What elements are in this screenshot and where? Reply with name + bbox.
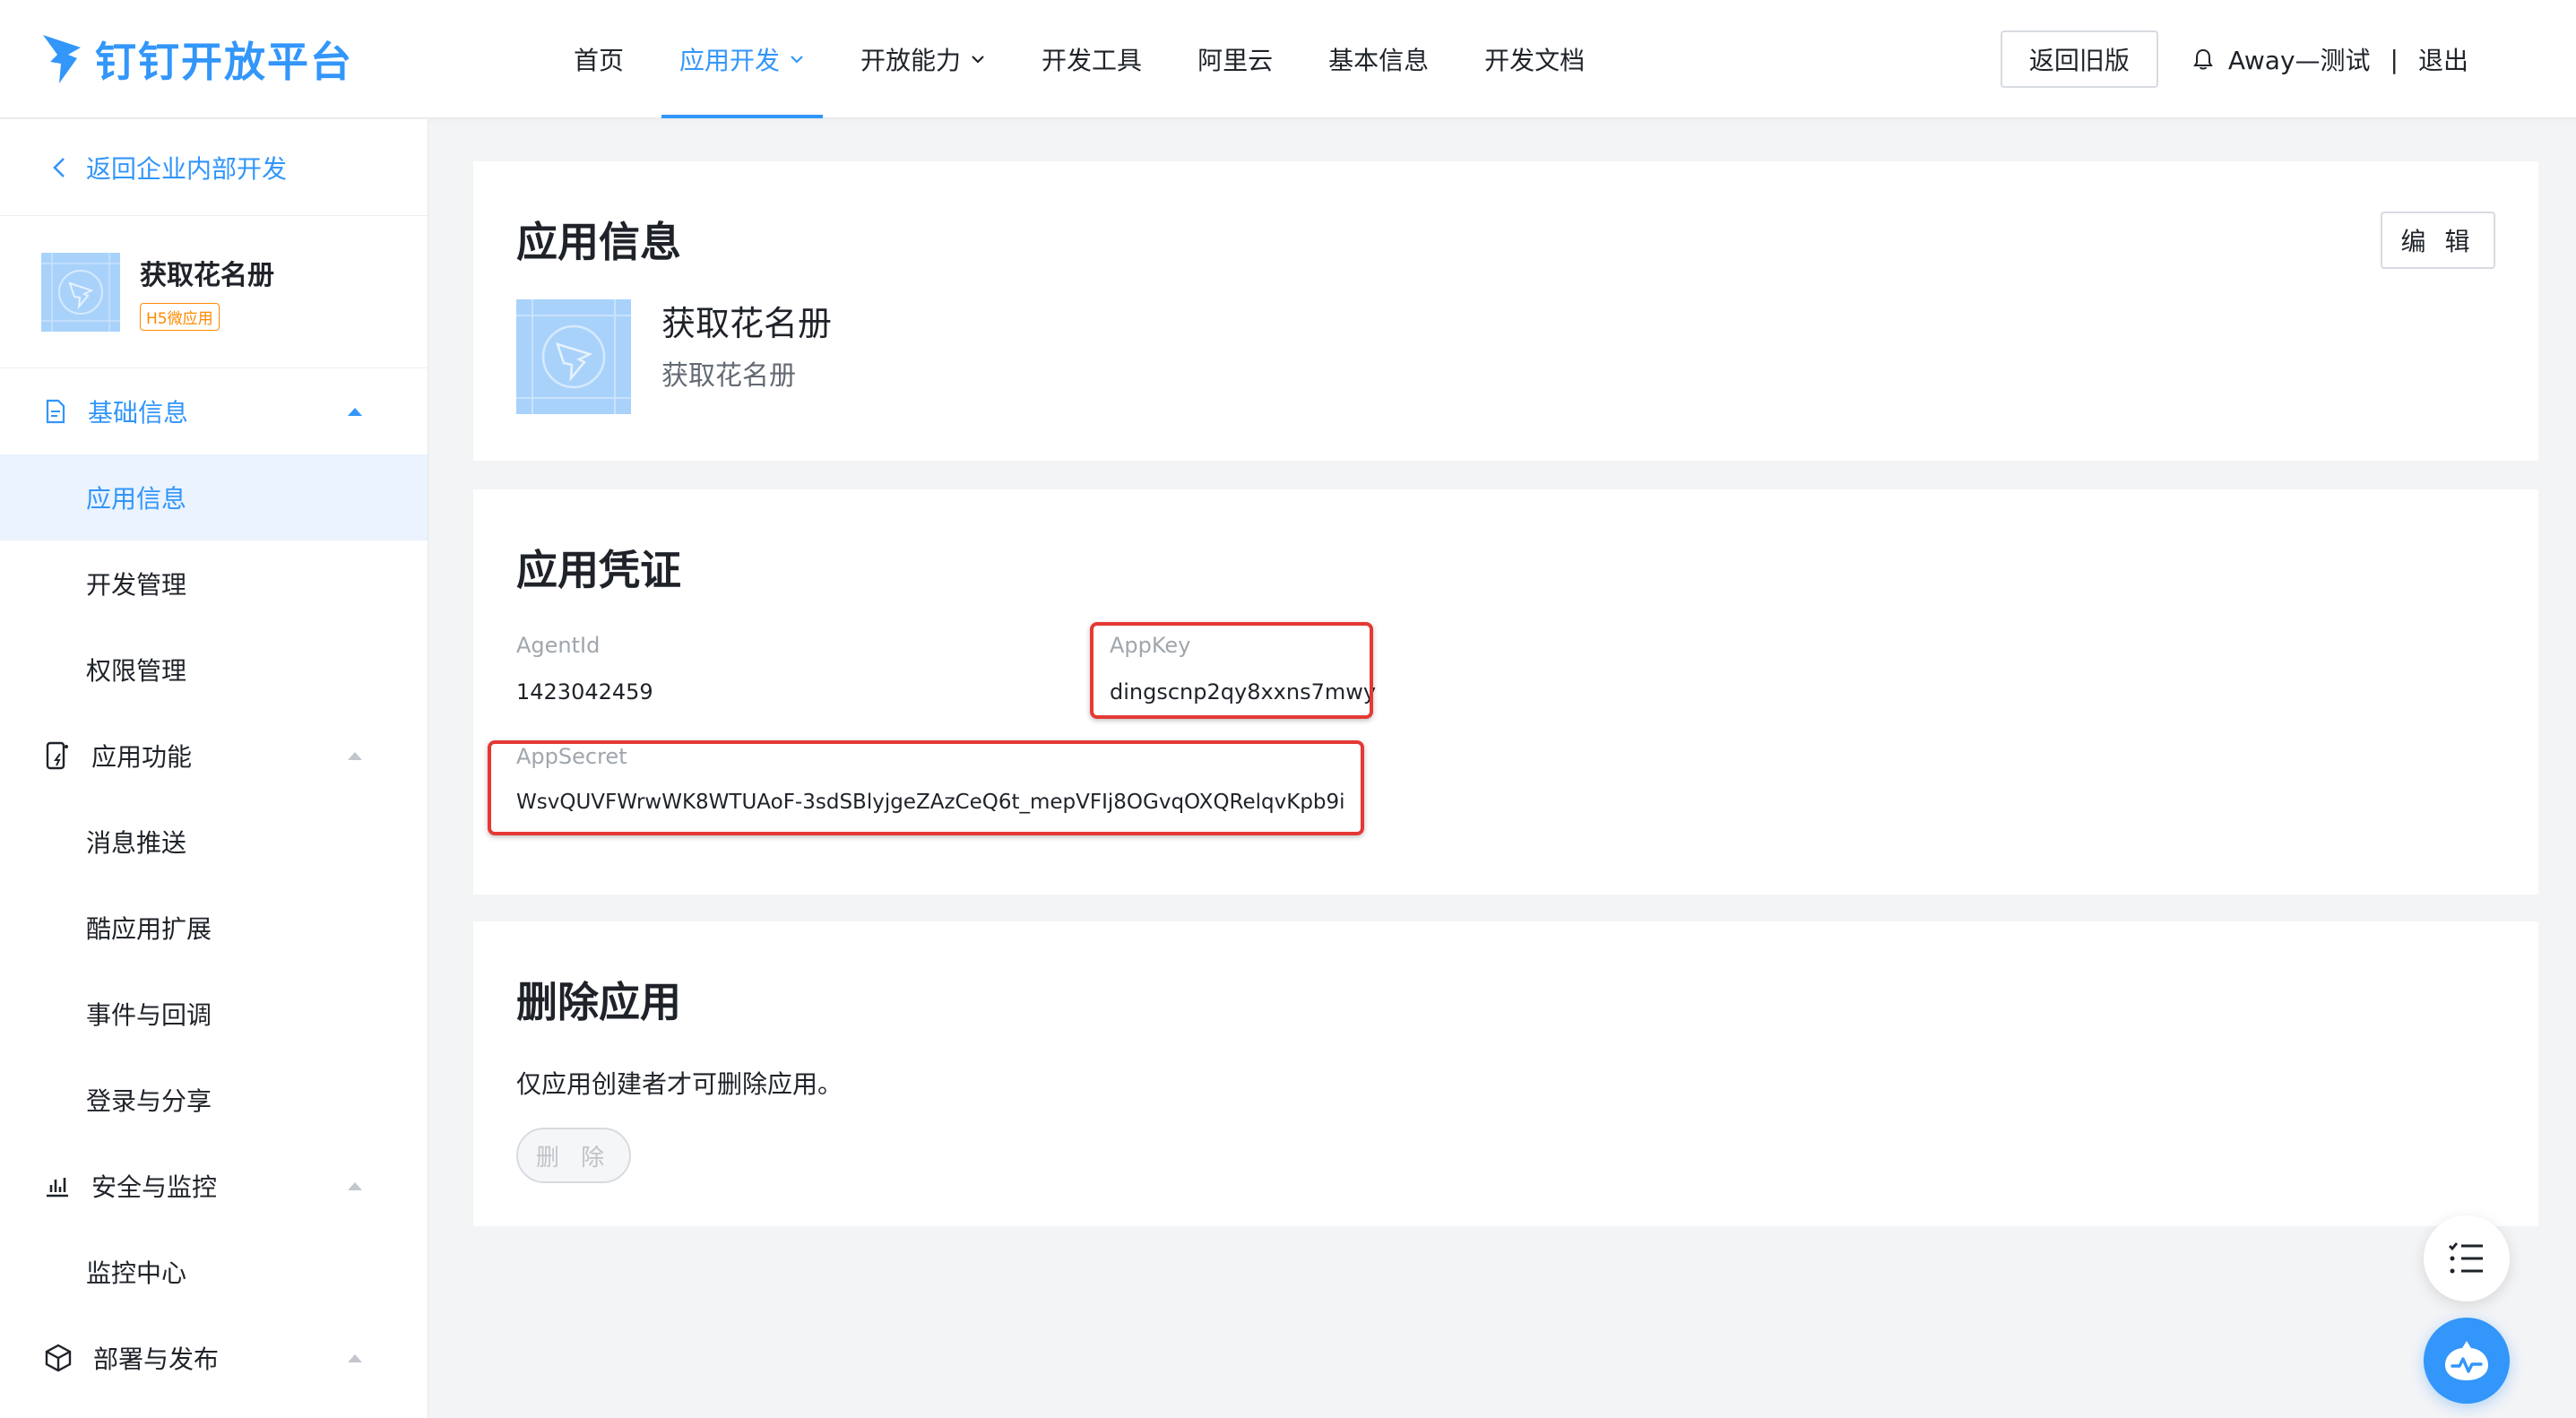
nav-home[interactable]: 首页 (556, 0, 642, 118)
menu-item-label: 酷应用扩展 (86, 914, 212, 944)
caret-up-icon (348, 1182, 362, 1190)
menu-item-label: 监控中心 (86, 1258, 187, 1288)
main-nav: 首页 应用开发 开放能力 开发工具 阿里云 基本信息 开发文档 (556, 0, 1622, 118)
logo[interactable]: 钉钉开放平台 (41, 30, 353, 88)
app-type-badge: H5微应用 (140, 303, 220, 331)
app-icon (41, 252, 120, 332)
nav-label: 基本信息 (1328, 46, 1430, 75)
list-icon (2449, 1242, 2483, 1274)
app-name: 获取花名册 (661, 304, 833, 343)
dingtalk-logo-icon (43, 35, 81, 83)
nav-label: 开发工具 (1042, 46, 1143, 75)
app-key-highlight (1090, 622, 1373, 719)
agent-id-value[interactable]: 1423042459 (516, 679, 653, 705)
menu-group-label: 安全与监控 (91, 1172, 218, 1202)
credentials-card: 应用凭证 AgentId 1423042459 AppKey dingscnp2… (473, 489, 2538, 895)
back-link-label: 返回企业内部开发 (86, 153, 288, 184)
menu-item-label: 事件与回调 (86, 1000, 212, 1030)
sidebar: 返回企业内部开发 获取花名册 H5微应用 基础信息 应用信息 开发管理 权限管理… (0, 119, 428, 1418)
bell-icon[interactable] (2191, 47, 2216, 72)
app-description: 获取花名册 (661, 360, 796, 392)
menu-group-security-monitoring[interactable]: 安全与监控 (0, 1143, 428, 1229)
nav-dev-docs[interactable]: 开发文档 (1466, 0, 1603, 118)
nav-label: 首页 (574, 46, 625, 75)
header-tools: 返回旧版 Away—测试 | 退出 (2000, 30, 2468, 88)
nav-label: 开放能力 (860, 46, 962, 75)
separator: | (2390, 44, 2399, 74)
document-icon (46, 399, 65, 424)
caret-up-icon (348, 1354, 362, 1362)
nav-aliyun[interactable]: 阿里云 (1180, 0, 1291, 118)
menu-group-label: 基础信息 (88, 398, 189, 428)
nav-dev-tools[interactable]: 开发工具 (1024, 0, 1160, 118)
logo-text: 钉钉开放平台 (95, 38, 353, 86)
menu-group-basic-info[interactable]: 基础信息 (0, 368, 428, 454)
sidebar-item-dev-management[interactable]: 开发管理 (0, 540, 428, 627)
user-name[interactable]: Away—测试 (2228, 41, 2371, 77)
top-navigation-bar: 钉钉开放平台 首页 应用开发 开放能力 开发工具 阿里云 基本信息 开发文档 返… (0, 0, 2576, 118)
chevron-left-icon (53, 157, 65, 177)
nav-basic-info[interactable]: 基本信息 (1310, 0, 1447, 118)
return-old-version-button[interactable]: 返回旧版 (2000, 30, 2158, 88)
menu-group-label: 部署与发布 (93, 1345, 220, 1374)
app-info-title: 应用信息 (516, 218, 681, 266)
menu-group-label: 应用功能 (91, 742, 193, 772)
chevron-down-icon (791, 56, 803, 64)
sidebar-item-events-callbacks[interactable]: 事件与回调 (0, 971, 428, 1057)
menu-item-label: 开发管理 (86, 570, 187, 600)
delete-app-title: 删除应用 (516, 978, 681, 1026)
app-icon (516, 299, 631, 414)
app-info-card: 应用信息 编 辑 获取花名册 获取花名册 (473, 161, 2538, 461)
edit-button[interactable]: 编 辑 (2381, 212, 2495, 269)
chevron-down-icon (972, 56, 984, 64)
app-secret-highlight (488, 740, 1364, 835)
sidebar-item-app-info[interactable]: 应用信息 (0, 454, 428, 540)
menu-group-deploy-release[interactable]: 部署与发布 (0, 1315, 428, 1401)
nav-open-capabilities[interactable]: 开放能力 (843, 0, 1004, 118)
cube-icon (45, 1344, 72, 1372)
agent-id-label: AgentId (516, 633, 601, 658)
sidebar-item-login-share[interactable]: 登录与分享 (0, 1057, 428, 1143)
credentials-title: 应用凭证 (516, 546, 681, 594)
menu-group-app-features[interactable]: 应用功能 (0, 713, 428, 799)
menu-item-label: 权限管理 (86, 656, 187, 686)
delete-button[interactable]: 删 除 (516, 1128, 631, 1183)
menu-item-label: 消息推送 (86, 828, 187, 858)
caret-up-icon (348, 752, 362, 760)
delete-app-card: 删除应用 仅应用创建者才可删除应用。 删 除 (473, 921, 2538, 1226)
bar-chart-icon (47, 1178, 68, 1198)
nav-label: 阿里云 (1197, 46, 1274, 75)
sidebar-item-monitoring-center[interactable]: 监控中心 (0, 1229, 428, 1315)
caret-up-icon (348, 408, 362, 416)
floating-bot-button[interactable] (2424, 1318, 2510, 1404)
nav-label: 开发文档 (1484, 46, 1586, 75)
app-summary: 获取花名册 H5微应用 (0, 216, 428, 368)
menu-item-label: 登录与分享 (86, 1086, 212, 1116)
logout-link[interactable]: 退出 (2418, 41, 2468, 77)
delete-app-note: 仅应用创建者才可删除应用。 (516, 1069, 843, 1099)
menu-item-label: 应用信息 (86, 484, 187, 514)
floating-list-button[interactable] (2424, 1215, 2510, 1301)
sidebar-item-permission-management[interactable]: 权限管理 (0, 627, 428, 713)
app-name: 获取花名册 (140, 260, 274, 291)
sidebar-item-message-push[interactable]: 消息推送 (0, 799, 428, 885)
dingtalk-bot-icon (2445, 1341, 2488, 1380)
nav-label: 应用开发 (679, 46, 781, 75)
app-feature-icon (46, 741, 68, 770)
nav-app-development[interactable]: 应用开发 (661, 0, 824, 118)
back-to-internal-dev-link[interactable]: 返回企业内部开发 (0, 119, 428, 216)
sidebar-item-cool-app-extension[interactable]: 酷应用扩展 (0, 885, 428, 971)
